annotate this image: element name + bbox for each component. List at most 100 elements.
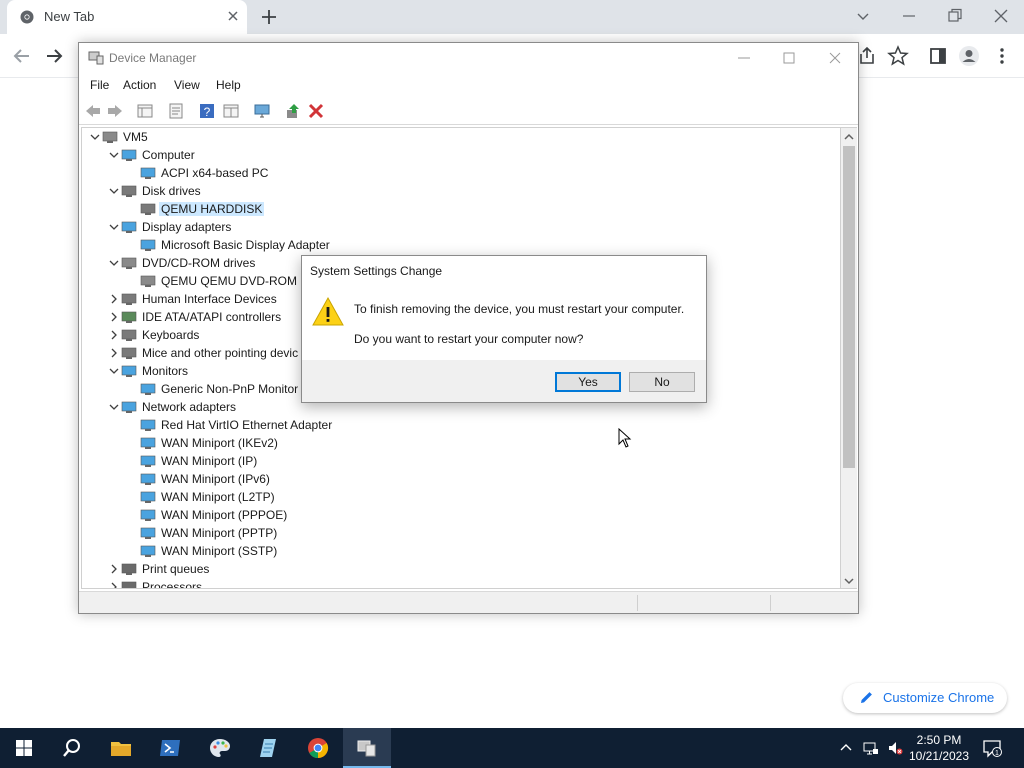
toolbar-scan-hardware-icon[interactable] <box>253 102 271 120</box>
start-button[interactable] <box>0 728 48 768</box>
expanded-chevron-icon[interactable] <box>109 186 119 196</box>
search-icon <box>63 739 80 757</box>
tree-row[interactable]: Red Hat VirtIO Ethernet Adapter <box>82 416 837 434</box>
tree-row[interactable]: WAN Miniport (IP) <box>82 452 837 470</box>
scroll-thumb[interactable] <box>843 146 855 468</box>
menu-view[interactable]: View <box>174 78 200 92</box>
expanded-chevron-icon[interactable] <box>109 258 119 268</box>
volume-muted-icon[interactable] <box>887 740 903 756</box>
paint-palette-icon <box>210 739 230 757</box>
dialog-question: Do you want to restart your computer now… <box>354 332 584 346</box>
tree-item-label: QEMU QEMU DVD-ROM <box>161 274 297 288</box>
dialog-title: System Settings Change <box>310 264 443 278</box>
dm-minimize-icon[interactable] <box>735 49 753 67</box>
network-icon <box>140 437 156 449</box>
taskbar-device-manager[interactable] <box>343 728 391 768</box>
tree-row[interactable]: WAN Miniport (PPPOE) <box>82 506 837 524</box>
forward-icon[interactable] <box>42 44 66 68</box>
device-manager-title: Device Manager <box>109 51 197 65</box>
dm-close-icon[interactable] <box>826 49 844 67</box>
expanded-chevron-icon[interactable] <box>109 150 119 160</box>
no-button[interactable]: No <box>629 372 695 392</box>
tree-row[interactable]: Print queues <box>82 560 837 578</box>
expanded-chevron-icon[interactable] <box>109 402 119 412</box>
customize-chrome-button[interactable]: Customize Chrome <box>843 683 1007 713</box>
taskbar-clock[interactable]: 2:50 PM 10/21/2023 <box>904 732 974 764</box>
expanded-chevron-icon[interactable] <box>109 222 119 232</box>
device-tree-scrollbar[interactable] <box>841 127 857 589</box>
bookmark-star-icon[interactable] <box>886 44 910 68</box>
taskbar-notepad[interactable] <box>245 728 293 768</box>
close-window-icon[interactable] <box>991 6 1011 26</box>
tree-row[interactable]: WAN Miniport (PPTP) <box>82 524 837 542</box>
collapsed-chevron-icon[interactable] <box>109 582 119 589</box>
expanded-chevron-icon[interactable] <box>109 366 119 376</box>
taskbar-file-explorer[interactable] <box>97 728 145 768</box>
ide-icon <box>121 311 137 323</box>
menu-action[interactable]: Action <box>123 78 156 92</box>
computer-root-icon <box>102 131 118 143</box>
scroll-up-arrow-icon[interactable] <box>844 132 854 142</box>
menu-help[interactable]: Help <box>216 78 241 92</box>
processor-icon <box>121 581 137 588</box>
back-icon[interactable] <box>10 44 34 68</box>
chrome-icon <box>308 738 329 759</box>
collapsed-chevron-icon[interactable] <box>109 348 119 358</box>
taskbar-search-button[interactable] <box>48 728 96 768</box>
tab-search-chevron-icon[interactable] <box>853 6 873 26</box>
tree-row[interactable]: QEMU HARDDISK <box>82 200 837 218</box>
taskbar-paint[interactable] <box>196 728 244 768</box>
monitor-icon <box>121 149 137 161</box>
toolbar-update-driver-icon[interactable] <box>284 102 302 120</box>
yes-button[interactable]: Yes <box>555 372 621 392</box>
toolbar-forward-icon[interactable] <box>106 102 124 120</box>
tree-row[interactable]: ACPI x64-based PC <box>82 164 837 182</box>
notification-center-icon[interactable]: 1 <box>982 738 1002 758</box>
tree-row[interactable]: Display adapters <box>82 218 837 236</box>
toolbar-back-icon[interactable] <box>84 102 102 120</box>
collapsed-chevron-icon[interactable] <box>109 330 119 340</box>
tree-row[interactable]: WAN Miniport (IKEv2) <box>82 434 837 452</box>
toolbar-help-icon[interactable]: ? <box>198 102 216 120</box>
new-tab-icon[interactable] <box>259 7 279 27</box>
tree-row[interactable]: WAN Miniport (SSTP) <box>82 542 837 560</box>
taskbar-powershell[interactable] <box>146 728 194 768</box>
network-icon <box>140 455 156 467</box>
chrome-menu-icon[interactable] <box>990 44 1014 68</box>
toolbar-action-view-icon[interactable] <box>222 102 240 120</box>
collapsed-chevron-icon[interactable] <box>109 294 119 304</box>
scroll-down-arrow-icon[interactable] <box>844 576 854 586</box>
tree-row[interactable]: WAN Miniport (IPv6) <box>82 470 837 488</box>
tree-row[interactable]: Microsoft Basic Display Adapter <box>82 236 837 254</box>
clock-date: 10/21/2023 <box>908 749 970 763</box>
network-tray-icon[interactable] <box>863 740 879 756</box>
warning-icon <box>312 296 344 326</box>
tree-row[interactable]: WAN Miniport (L2TP) <box>82 488 837 506</box>
tab-new-tab[interactable]: New Tab <box>7 0 247 34</box>
show-hidden-icons-chevron-icon[interactable] <box>838 740 854 756</box>
toolbar-uninstall-device-icon[interactable] <box>307 102 325 120</box>
tree-item-label: WAN Miniport (SSTP) <box>161 544 278 558</box>
taskbar-chrome[interactable] <box>294 728 342 768</box>
side-panel-icon[interactable] <box>926 44 950 68</box>
device-manager-titlebar[interactable]: Device Manager <box>79 43 858 74</box>
tree-row[interactable]: VM5 <box>82 128 837 146</box>
collapsed-chevron-icon[interactable] <box>109 312 119 322</box>
dm-maximize-icon[interactable] <box>780 49 798 67</box>
network-icon <box>140 527 156 539</box>
restore-icon[interactable] <box>945 6 965 26</box>
tree-item-label: Microsoft Basic Display Adapter <box>161 238 330 252</box>
tree-row[interactable]: Processors <box>82 578 837 589</box>
toolbar-properties-icon[interactable] <box>167 102 185 120</box>
network-icon <box>140 473 156 485</box>
tab-close-icon[interactable] <box>225 8 241 24</box>
expanded-chevron-icon[interactable] <box>90 132 100 142</box>
menu-file[interactable]: File <box>90 78 109 92</box>
collapsed-chevron-icon[interactable] <box>109 564 119 574</box>
toolbar-show-hide-tree-icon[interactable] <box>136 102 154 120</box>
tree-row[interactable]: Computer <box>82 146 837 164</box>
tree-row[interactable]: Disk drives <box>82 182 837 200</box>
monitor-icon <box>140 383 156 395</box>
minimize-icon[interactable] <box>899 6 919 26</box>
profile-avatar-icon[interactable] <box>957 44 981 68</box>
